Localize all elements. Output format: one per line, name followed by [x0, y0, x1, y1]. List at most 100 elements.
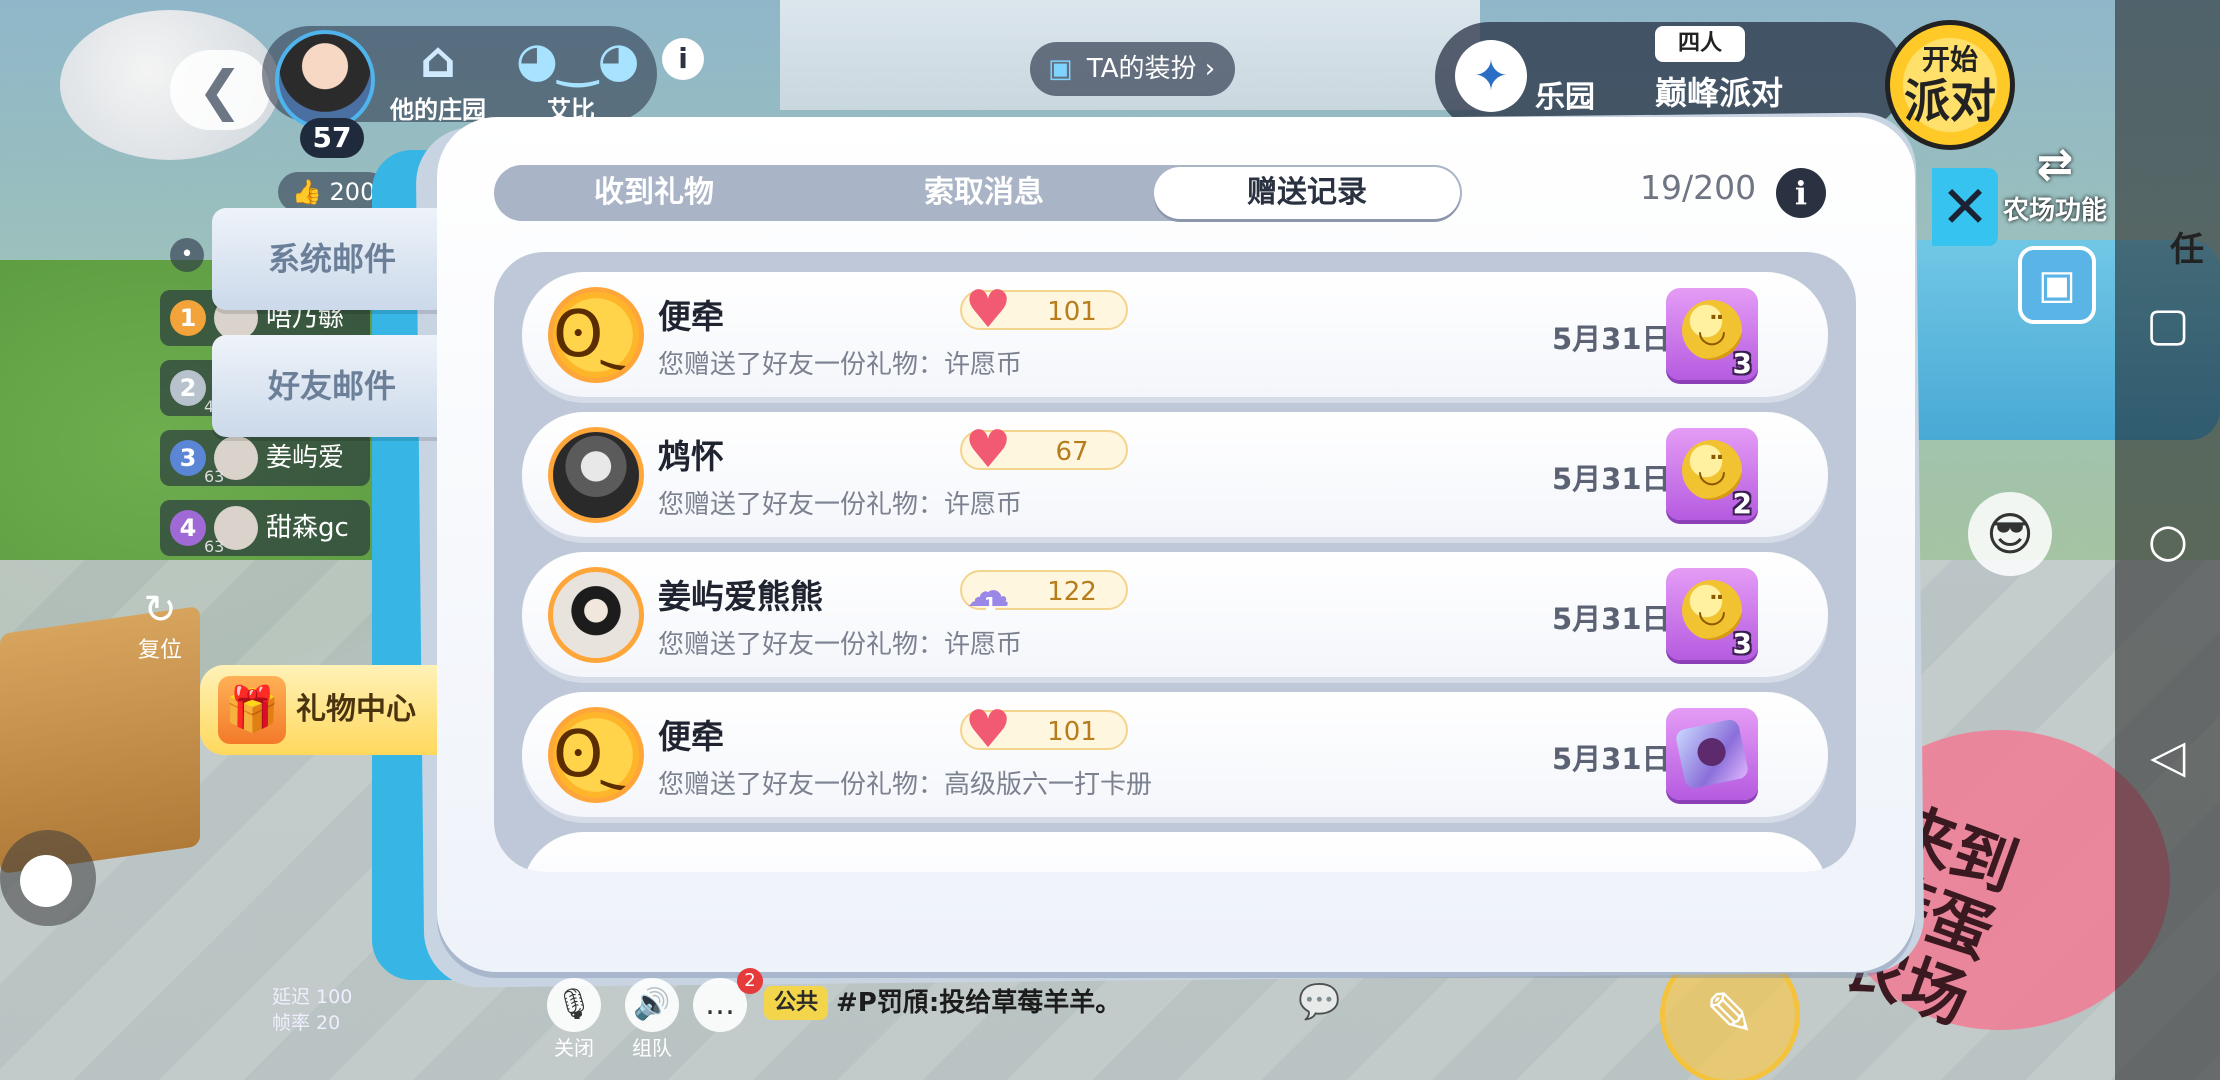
heart-icon: ♥	[964, 700, 1012, 760]
mute-label: 关闭	[554, 1036, 594, 1060]
rank-row[interactable]: 4 甜森gc 63	[160, 500, 370, 556]
circle-icon: ○	[2147, 513, 2189, 567]
joystick-knob[interactable]	[20, 855, 72, 907]
home-button[interactable]: ○	[2140, 512, 2196, 568]
start-party-line1: 开始	[1921, 43, 1978, 76]
close-icon: ✕	[1940, 173, 1990, 241]
rank-number: 3	[170, 440, 206, 476]
mute-button[interactable]: 🎙 关闭	[544, 978, 604, 1061]
tab-request-messages[interactable]: 索取消息	[824, 165, 1144, 221]
square-icon: ▢	[2146, 297, 2190, 351]
latency-text: 延迟 100	[272, 986, 353, 1008]
reset-position-button[interactable]: ↻ 复位	[130, 588, 190, 664]
back-button[interactable]: ❮	[170, 50, 270, 130]
tab-received-gifts[interactable]: 收到礼物	[494, 165, 814, 221]
intimacy-badge: ♥ 67	[960, 422, 1128, 478]
rank-name: 姜屿爱	[266, 443, 345, 473]
tab-system-mail[interactable]: 系统邮件	[212, 208, 452, 310]
gift-item-tile[interactable]: ◡̈ 2	[1666, 428, 1758, 520]
triangle-back-icon: ◁	[2150, 729, 2186, 783]
character-action-icon: ✎	[1704, 980, 1756, 1050]
gift-quantity: 2	[1732, 487, 1752, 520]
rank-row[interactable]: 3 姜屿爱 63	[160, 430, 370, 486]
gift-description: 您赠送了好友一份礼物：许愿币	[658, 490, 1023, 520]
paradise-label[interactable]: 乐园	[1535, 72, 1595, 116]
party-size-badge: 四人	[1655, 26, 1745, 62]
his-manor-button[interactable]: ⌂ 他的庄园	[378, 30, 498, 125]
rank-level: 63	[204, 467, 225, 486]
gift-tabs: 收到礼物 索取消息 赠送记录	[494, 165, 1462, 221]
intimacy-value: 101	[1047, 717, 1097, 747]
record-counter: 19/200	[1640, 168, 1757, 207]
gift-item-tile[interactable]: ◡̈ 3	[1666, 568, 1758, 660]
public-chat-message[interactable]: #P罚頎:投给草莓羊羊。	[836, 986, 1121, 1020]
player-avatar[interactable]	[275, 30, 375, 130]
emote-button[interactable]: 😎	[1968, 492, 2052, 576]
close-button[interactable]: ✕	[1932, 168, 1998, 246]
rank-number: 1	[170, 300, 206, 336]
chat-bubble-icon[interactable]: •	[170, 238, 204, 272]
chat-unread-badge: 2	[737, 968, 763, 994]
team-voice-button[interactable]: 🔊 组队	[622, 978, 682, 1061]
intimacy-value: 67	[1055, 437, 1089, 467]
rank-level: 63	[204, 537, 225, 556]
microphone-icon: 🎙	[547, 978, 601, 1032]
profile-info-button[interactable]: i	[662, 38, 704, 80]
avatar[interactable]	[548, 427, 644, 523]
gift-description: 您赠送了好友一份礼物：许愿币	[658, 630, 1023, 660]
info-icon[interactable]: i	[1776, 168, 1826, 218]
avatar[interactable]: ʘ‿ʘ	[548, 707, 644, 803]
public-channel-tag[interactable]: 公共	[764, 986, 828, 1020]
intimacy-value: 122	[1047, 577, 1097, 607]
list-item[interactable]: 鸩怀 ♥ 67 您赠送了好友一份礼物：许愿币 5月31日 ◡̈ 2	[522, 412, 1828, 537]
sunglasses-face-icon: 😎	[1986, 507, 2034, 561]
back-nav-button[interactable]: ◁	[2140, 728, 2196, 784]
rank-name: 甜森gc	[266, 513, 349, 543]
peak-party-label[interactable]: 巅峰派对	[1655, 68, 1783, 114]
house-icon: ⌂	[420, 31, 456, 89]
gift-description: 您赠送了好友一份礼物：高级版六一打卡册	[658, 770, 1153, 800]
sent-records-list[interactable]: ʘ‿ʘ 便牵 ♥ 101 您赠送了好友一份礼物：许愿币 5月31日 ◡̈ 3 鸩…	[494, 252, 1856, 872]
list-item[interactable]: ʘ‿ʘ 便牵 ♥ 101 您赠送了好友一份礼物：高级版六一打卡册 5月31日	[522, 692, 1828, 817]
start-party-line2: 派对	[1904, 74, 1996, 128]
avatar[interactable]: ʘ‿ʘ	[548, 287, 644, 383]
friend-name: 姜屿爱熊熊	[658, 577, 823, 616]
gift-item-tile[interactable]	[1666, 708, 1758, 800]
ta-outfit-label: TA的装扮	[1086, 54, 1197, 84]
his-manor-label: 他的庄园	[390, 96, 486, 124]
intimacy-value: 101	[1047, 297, 1097, 327]
tab-sent-records[interactable]: 赠送记录	[1154, 167, 1460, 219]
heart-icon: ♥	[964, 280, 1012, 340]
gift-item-tile[interactable]: ◡̈ 3	[1666, 288, 1758, 380]
wrench-icon[interactable]: ✦	[1455, 40, 1527, 112]
intimacy-badge: ♥ 101	[960, 702, 1128, 758]
start-party-button[interactable]: 开始 派对	[1885, 20, 2015, 150]
list-item[interactable]	[522, 832, 1828, 872]
recent-apps-button[interactable]: ▢	[2140, 296, 2196, 352]
list-item[interactable]: 姜屿爱熊熊 ☁ 1 122 您赠送了好友一份礼物：许愿币 5月31日 ◡̈ 3	[522, 552, 1828, 677]
swap-icon: ⇄	[2036, 139, 2074, 190]
storage-box-button[interactable]: ▣	[2018, 246, 2096, 324]
right-edge-text: 任	[2170, 230, 2204, 270]
chat-input-icon[interactable]: 💬	[1298, 982, 1340, 1022]
rank-number: 4	[170, 510, 206, 546]
gift-date: 5月31日	[1552, 742, 1671, 776]
intimacy-badge: ☁ 1 122	[960, 566, 1128, 617]
farm-function-button[interactable]: ⇄ 农场功能	[1990, 140, 2120, 227]
avatar[interactable]	[548, 567, 644, 663]
list-item[interactable]: ʘ‿ʘ 便牵 ♥ 101 您赠送了好友一份礼物：许愿币 5月31日 ◡̈ 3	[522, 272, 1828, 397]
gift-date: 5月31日	[1552, 602, 1671, 636]
gift-date: 5月31日	[1552, 322, 1671, 356]
gift-quantity: 3	[1732, 627, 1752, 660]
ta-outfit-button[interactable]: ▣ TA的装扮 ›	[1030, 42, 1235, 96]
network-stats: 延迟 100 帧率 20	[272, 984, 352, 1036]
likes-count: 200	[329, 178, 376, 206]
pet-face-icon: ◕‿◕	[516, 32, 640, 88]
pet-aibi-button[interactable]: ◕‿◕ 艾比	[516, 30, 640, 125]
tab-friend-mail[interactable]: 好友邮件	[212, 335, 452, 437]
speaker-icon: 🔊	[625, 978, 679, 1032]
framerate-text: 帧率 20	[272, 1012, 341, 1034]
farm-function-label: 农场功能	[2002, 196, 2107, 226]
intimacy-level: 1	[984, 594, 997, 615]
rank-number: 2	[170, 370, 206, 406]
